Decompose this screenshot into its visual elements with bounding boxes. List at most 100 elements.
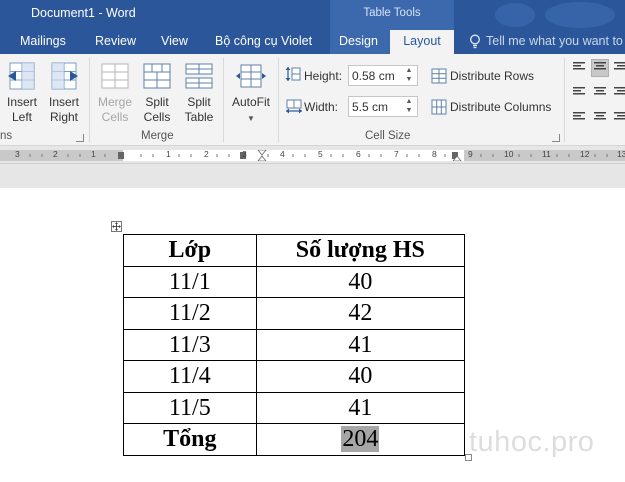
merge-cells-button[interactable]: Merge Cells [96, 61, 134, 125]
align-top-center-button[interactable] [591, 59, 609, 77]
table-row: 11/2 42 [123, 297, 466, 330]
align-middle-right-icon [614, 87, 625, 95]
align-top-left-button[interactable] [570, 59, 588, 77]
tell-me-search[interactable]: Tell me what you want to do [486, 34, 625, 48]
distribute-columns-icon [431, 99, 447, 115]
insert-left-icon [8, 62, 35, 90]
ruler-label: 2 [204, 149, 209, 159]
tab-bo-cong-cu-violet[interactable]: Bộ công cụ Violet [215, 34, 312, 48]
ruler-label: 3 [15, 149, 20, 159]
split-table-label-2: Table [184, 110, 214, 124]
rows-columns-launcher[interactable] [76, 134, 84, 142]
split-cells-label-2: Cells [143, 110, 171, 124]
split-cells-icon [143, 63, 171, 89]
align-bottom-center-button[interactable] [591, 105, 609, 123]
autofit-icon [236, 64, 266, 88]
height-input[interactable] [349, 66, 403, 85]
align-middle-left-button[interactable] [570, 82, 588, 100]
table-cell[interactable]: 41 [255, 391, 466, 424]
align-middle-right-button[interactable] [613, 82, 625, 100]
height-down-arrow[interactable]: ▼ [403, 76, 415, 84]
table-header-row: Lớp Số lượng HS [123, 234, 466, 267]
ribbon-layout: Insert Left Insert Right ns Merge Cells [0, 54, 625, 146]
align-top-right-icon [614, 62, 625, 70]
tab-mailings[interactable]: Mailings [20, 34, 66, 48]
table-cell[interactable]: 40 [255, 360, 466, 393]
table-total-row: Tổng 204 [123, 423, 466, 456]
ruler-label: 3 [242, 149, 247, 159]
height-spinner[interactable]: ▲ ▼ [348, 65, 418, 86]
align-bottom-left-icon [573, 112, 585, 120]
width-up-arrow[interactable]: ▲ [403, 98, 415, 106]
table-cell[interactable]: 11/2 [123, 297, 257, 330]
insert-right-label-2: Right [49, 110, 78, 124]
autofit-button[interactable]: AutoFit ▼ [228, 61, 274, 126]
blurred-region [545, 2, 615, 28]
table-cell[interactable]: 40 [255, 265, 466, 298]
align-middle-left-icon [573, 87, 585, 95]
merge-cells-label-2: Cells [101, 110, 129, 124]
student-count-table[interactable]: Lớp Số lượng HS 11/1 40 11/2 42 11/3 41 … [123, 234, 466, 456]
split-table-icon [185, 63, 213, 89]
align-bottom-right-button[interactable] [613, 105, 625, 123]
ruler-label: 6 [356, 149, 361, 159]
header-cell-so-luong-hs[interactable]: Số lượng HS [255, 234, 466, 267]
ruler-label: 2 [53, 149, 58, 159]
ruler-label: 4 [280, 149, 285, 159]
insert-right-label-1: Insert [48, 95, 79, 109]
insert-left-button[interactable]: Insert Left [4, 61, 40, 125]
group-separator [564, 58, 565, 142]
selected-total-value[interactable]: 204 [341, 426, 380, 453]
horizontal-ruler[interactable]: 3 2 1 1 2 3 4 5 6 7 8 9 10 11 12 13 [0, 147, 625, 164]
split-cells-button[interactable]: Split Cells [139, 61, 175, 125]
ruler-label: 1 [166, 149, 171, 159]
align-top-left-icon [573, 62, 585, 70]
table-row: 11/5 41 [123, 391, 466, 424]
align-middle-center-button[interactable] [591, 82, 609, 100]
group-separator [278, 58, 279, 142]
ruler-label: 1 [91, 149, 96, 159]
ribbon-tabs: Mailings Review View Bộ công cụ Violet D… [0, 30, 625, 54]
align-top-right-button[interactable] [613, 59, 625, 77]
cell-size-launcher[interactable] [552, 134, 560, 142]
table-cell[interactable]: 11/5 [123, 391, 257, 424]
insert-right-button[interactable]: Insert Right [46, 61, 82, 125]
table-cell[interactable]: 42 [255, 297, 466, 330]
align-bottom-right-icon [614, 112, 625, 120]
distribute-columns-button[interactable]: Distribute Columns [431, 99, 559, 115]
width-input[interactable] [349, 97, 403, 116]
table-cell[interactable]: 41 [255, 328, 466, 361]
chevron-down-icon: ▼ [247, 114, 255, 123]
tab-layout[interactable]: Layout [390, 30, 454, 54]
window-title: Document1 - Word [31, 6, 136, 20]
table-cell[interactable]: 11/1 [123, 265, 257, 298]
move-icon [112, 222, 121, 231]
watermark: tuhoc.pro [469, 426, 595, 458]
total-value-cell[interactable]: 204 [255, 423, 466, 456]
distribute-columns-label: Distribute Columns [450, 100, 552, 114]
merge-cells-label-1: Merge [97, 95, 132, 109]
tab-design[interactable]: Design [339, 34, 378, 48]
distribute-rows-button[interactable]: Distribute Rows [431, 68, 559, 84]
merge-cells-icon [101, 63, 129, 89]
height-up-arrow[interactable]: ▲ [403, 67, 415, 75]
ruler-label: 8 [432, 149, 437, 159]
width-spinner[interactable]: ▲ ▼ [348, 96, 418, 117]
header-cell-lop[interactable]: Lớp [123, 234, 257, 267]
align-bottom-left-button[interactable] [570, 105, 588, 123]
table-cell[interactable]: 11/3 [123, 328, 257, 361]
table-tools-label: Table Tools [363, 7, 421, 19]
ruler-label: 12 [580, 149, 590, 159]
document-background [0, 165, 625, 188]
tab-review[interactable]: Review [95, 34, 136, 48]
width-down-arrow[interactable]: ▼ [403, 107, 415, 115]
split-table-button[interactable]: Split Table [181, 61, 217, 125]
insert-left-label-2: Left [11, 110, 32, 124]
total-label-cell[interactable]: Tổng [123, 423, 257, 456]
ruler-label: 9 [468, 149, 473, 159]
table-row: 11/3 41 [123, 328, 466, 361]
insert-right-icon [51, 62, 78, 90]
tab-view[interactable]: View [161, 34, 188, 48]
table-cell[interactable]: 11/4 [123, 360, 257, 393]
table-move-handle[interactable] [111, 221, 122, 232]
